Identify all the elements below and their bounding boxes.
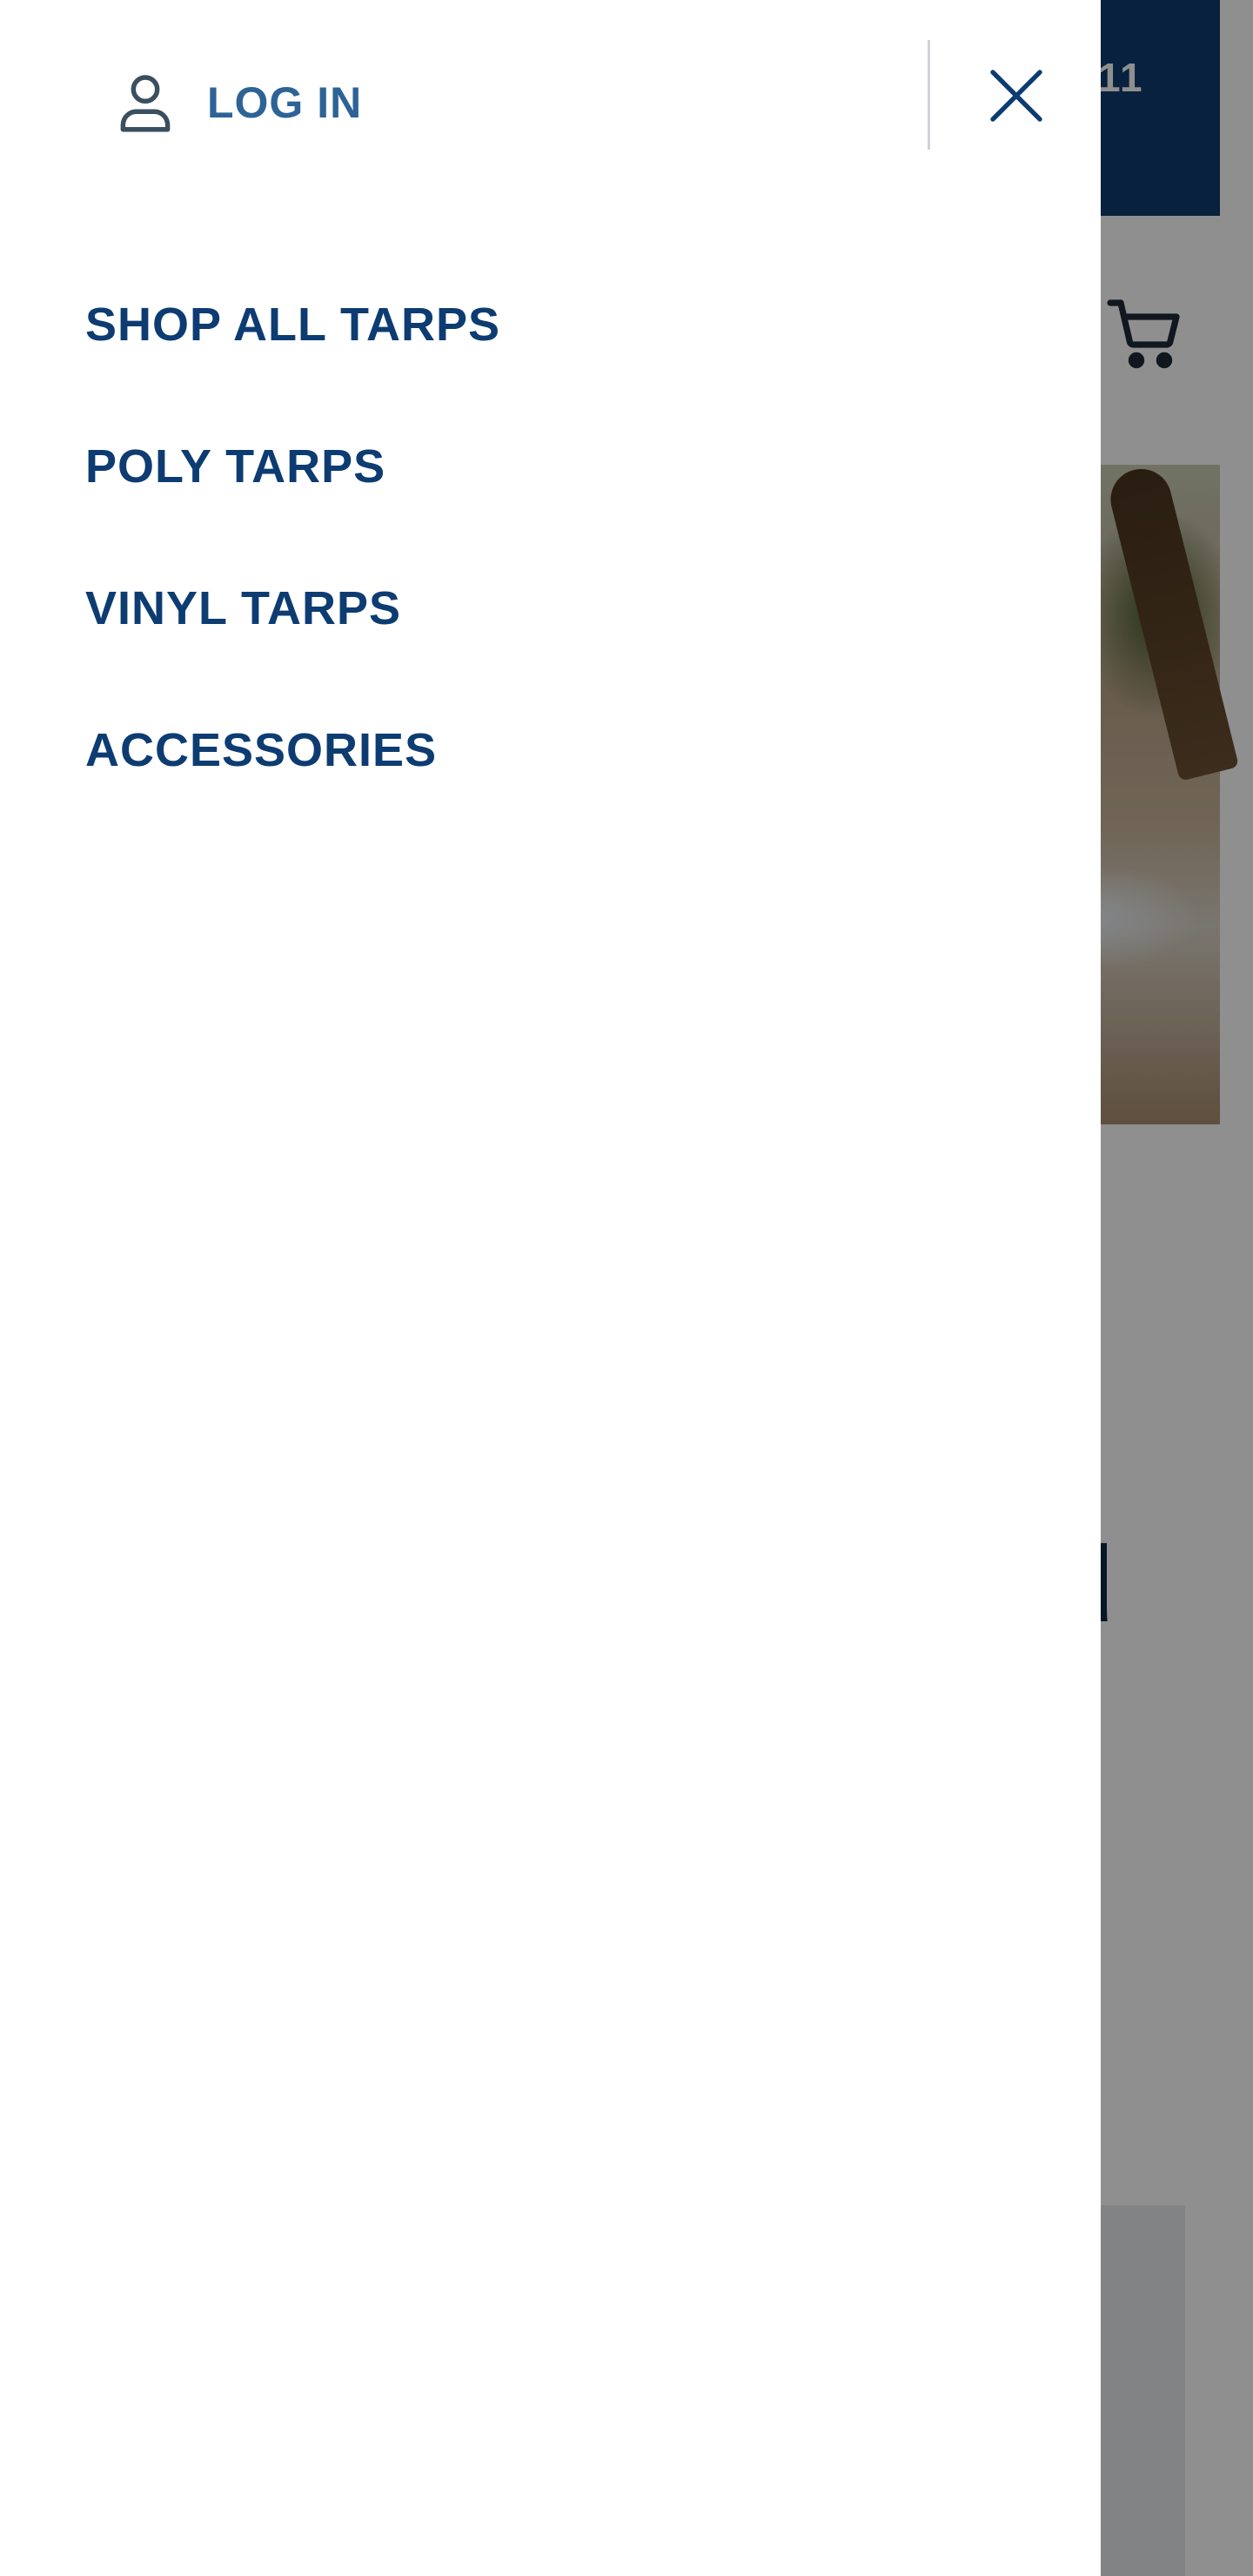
- nav-menu: SHOP ALL TARPS POLY TARPS VINYL TARPS AC…: [85, 277, 500, 844]
- header-divider: [928, 40, 930, 150]
- login-label: LOG IN: [207, 78, 363, 127]
- user-icon: [120, 75, 171, 132]
- nav-link-poly-tarps[interactable]: POLY TARPS: [85, 419, 385, 514]
- nav-item-vinyl-tarps: VINYL TARPS: [85, 560, 500, 702]
- nav-link-accessories[interactable]: ACCESSORIES: [85, 702, 437, 798]
- login-link[interactable]: LOG IN: [110, 59, 362, 146]
- nav-item-accessories: ACCESSORIES: [85, 702, 500, 844]
- close-menu-button[interactable]: [975, 54, 1058, 138]
- close-icon: [990, 70, 1042, 122]
- nav-link-shop-all-tarps[interactable]: SHOP ALL TARPS: [85, 277, 500, 372]
- navigation-drawer: LOG IN SHOP ALL TARPS POLY TARPS VINYL T…: [0, 0, 1101, 2576]
- nav-item-poly-tarps: POLY TARPS: [85, 419, 500, 560]
- page: 11 u LOG IN: [0, 0, 1253, 2576]
- drawer-header: LOG IN: [0, 0, 1101, 191]
- nav-link-vinyl-tarps[interactable]: VINYL TARPS: [85, 560, 401, 656]
- nav-item-shop-all-tarps: SHOP ALL TARPS: [85, 277, 500, 419]
